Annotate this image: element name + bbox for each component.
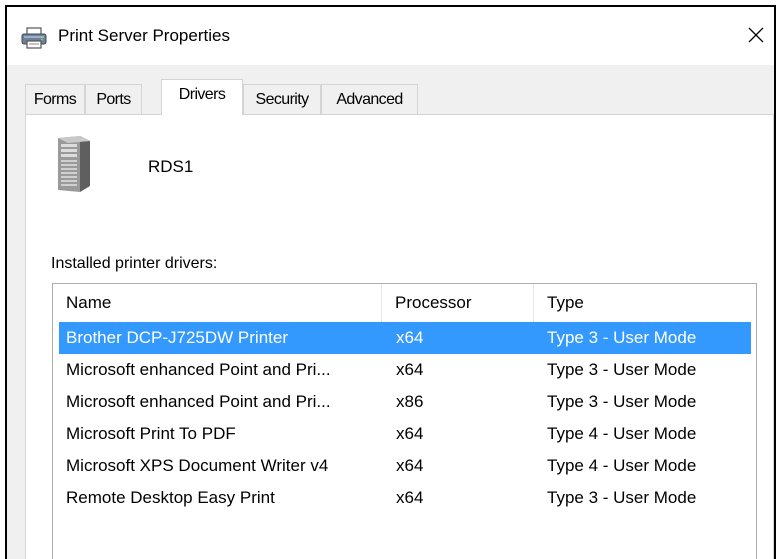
column-header-processor[interactable]: Processor (382, 284, 534, 322)
printer-icon (21, 27, 47, 49)
title-bar[interactable]: Print Server Properties (7, 7, 774, 65)
tab-advanced[interactable]: Advanced (321, 84, 418, 114)
driver-processor: x64 (396, 456, 424, 475)
print-server-properties-window: Print Server Properties Forms Ports Driv… (5, 5, 776, 559)
tab-drivers[interactable]: Drivers (161, 79, 243, 115)
tab-forms[interactable]: Forms (25, 84, 85, 114)
list-header: Name Processor Type (53, 284, 756, 322)
close-icon (748, 27, 764, 48)
driver-name: Microsoft XPS Document Writer v4 (66, 456, 329, 475)
driver-processor: x64 (396, 360, 424, 379)
column-header-type[interactable]: Type (534, 284, 756, 322)
driver-type: Type 4 - User Mode (547, 424, 697, 443)
server-tower-icon (54, 134, 94, 194)
table-row[interactable]: Microsoft enhanced Point and Pri... x86 … (59, 386, 751, 418)
driver-name: Remote Desktop Easy Print (66, 488, 275, 507)
close-button[interactable] (738, 17, 774, 57)
server-name: RDS1 (148, 157, 194, 176)
driver-type: Type 3 - User Mode (547, 328, 697, 347)
drivers-tab-panel: RDS1 Installed printer drivers: Name Pro… (25, 114, 774, 559)
driver-processor: x64 (396, 424, 424, 443)
table-row[interactable]: Microsoft Print To PDF x64 Type 4 - User… (59, 418, 751, 450)
table-row[interactable]: Brother DCP-J725DW Printer x64 Type 3 - … (59, 322, 751, 354)
list-body: Brother DCP-J725DW Printer x64 Type 3 - … (53, 322, 756, 514)
tab-security[interactable]: Security (243, 84, 321, 114)
driver-type: Type 3 - User Mode (547, 392, 697, 411)
table-row[interactable]: Remote Desktop Easy Print x64 Type 3 - U… (59, 482, 751, 514)
driver-type: Type 4 - User Mode (547, 456, 697, 475)
driver-type: Type 3 - User Mode (547, 360, 697, 379)
tab-ports[interactable]: Ports (85, 84, 142, 114)
driver-processor: x86 (396, 392, 424, 411)
driver-processor: x64 (396, 488, 424, 507)
column-header-name[interactable]: Name (53, 284, 382, 322)
drivers-list[interactable]: Name Processor Type Brother DCP-J725DW P… (52, 283, 757, 559)
driver-processor: x64 (396, 328, 424, 347)
installed-drivers-label: Installed printer drivers: (51, 255, 218, 272)
driver-type: Type 3 - User Mode (547, 488, 697, 507)
driver-name: Microsoft enhanced Point and Pri... (66, 392, 331, 411)
table-row[interactable]: Microsoft enhanced Point and Pri... x64 … (59, 354, 751, 386)
window-title: Print Server Properties (58, 26, 230, 45)
driver-name: Brother DCP-J725DW Printer (66, 328, 289, 347)
driver-name: Microsoft enhanced Point and Pri... (66, 360, 331, 379)
table-row[interactable]: Microsoft XPS Document Writer v4 x64 Typ… (59, 450, 751, 482)
driver-name: Microsoft Print To PDF (66, 424, 236, 443)
